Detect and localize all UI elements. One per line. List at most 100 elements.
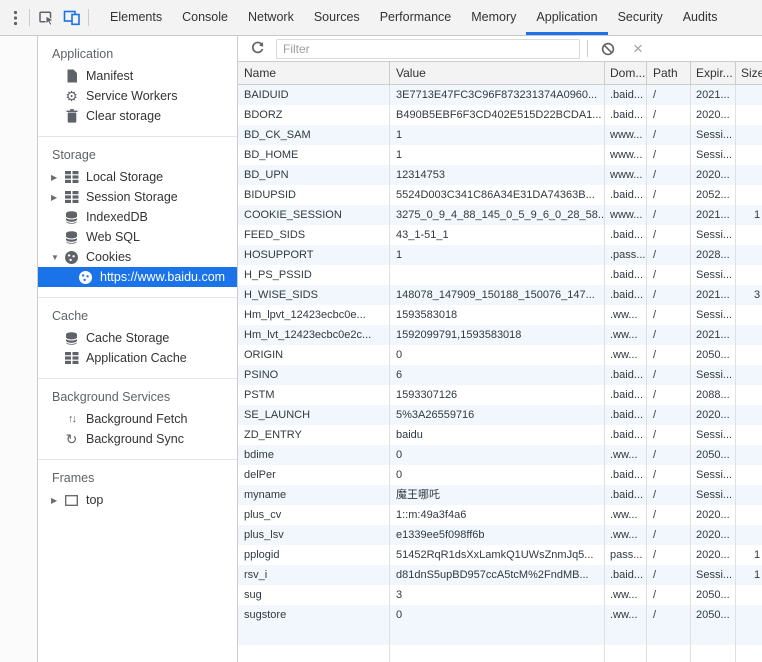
- cookie-row[interactable]: pplogid 51452RqR1dsXxLamkQ1UWsZnmJq5... …: [238, 545, 762, 565]
- cookie-path-cell[interactable]: /: [647, 485, 691, 505]
- cookie-domain-cell[interactable]: .ww...: [605, 605, 647, 625]
- panel-tab[interactable]: Sources: [304, 0, 370, 35]
- cookie-row[interactable]: Hm_lpvt_12423ecbc0e... 1593583018 .ww...…: [238, 305, 762, 325]
- cookie-expires-cell[interactable]: 2021...: [691, 205, 736, 225]
- cookie-size-cell[interactable]: [736, 585, 762, 605]
- cookie-row[interactable]: BD_CK_SAM 1 www... / Sessi...: [238, 125, 762, 145]
- cookie-name-cell[interactable]: Hm_lvt_12423ecbc0e2c...: [238, 325, 390, 345]
- cookie-name-cell[interactable]: FEED_SIDS: [238, 225, 390, 245]
- cookie-expires-cell[interactable]: 2020...: [691, 405, 736, 425]
- cookie-expires-cell[interactable]: 2028...: [691, 245, 736, 265]
- panel-tab[interactable]: Console: [172, 0, 238, 35]
- cookie-name-cell[interactable]: ORIGIN: [238, 345, 390, 365]
- cookie-row[interactable]: BIDUPSID 5524D003C341C86A34E31DA74363B..…: [238, 185, 762, 205]
- cookie-value-cell[interactable]: 3: [390, 585, 605, 605]
- cookie-domain-cell[interactable]: .baid...: [605, 105, 647, 125]
- cookie-domain-cell[interactable]: .baid...: [605, 465, 647, 485]
- cookie-value-cell[interactable]: 5524D003C341C86A34E31DA74363B...: [390, 185, 605, 205]
- cookie-value-cell[interactable]: 0: [390, 605, 605, 625]
- cookie-expires-cell[interactable]: 2088...: [691, 385, 736, 405]
- cookie-value-cell[interactable]: 6: [390, 365, 605, 385]
- cookie-name-cell[interactable]: rsv_i: [238, 565, 390, 585]
- cookie-name-cell[interactable]: Hm_lpvt_12423ecbc0e...: [238, 305, 390, 325]
- cookie-value-cell[interactable]: 1: [390, 125, 605, 145]
- cookie-row[interactable]: plus_cv 1::m:49a3f4a6 .ww... / 2020...: [238, 505, 762, 525]
- panel-tab[interactable]: Network: [238, 0, 304, 35]
- cookie-path-cell[interactable]: /: [647, 505, 691, 525]
- cookie-name-cell[interactable]: BD_UPN: [238, 165, 390, 185]
- cookie-size-cell[interactable]: [736, 145, 762, 165]
- cookie-path-cell[interactable]: /: [647, 225, 691, 245]
- cookie-expires-cell[interactable]: Sessi...: [691, 565, 736, 585]
- cookie-expires-cell[interactable]: Sessi...: [691, 465, 736, 485]
- cookie-row[interactable]: FEED_SIDS 43_1-51_1 .baid... / Sessi...: [238, 225, 762, 245]
- cookie-domain-cell[interactable]: .baid...: [605, 425, 647, 445]
- sidebar-item-session-storage[interactable]: ▶ Session Storage: [38, 187, 237, 207]
- panel-tab[interactable]: Audits: [673, 0, 728, 35]
- cookie-path-cell[interactable]: /: [647, 385, 691, 405]
- cookie-path-cell[interactable]: /: [647, 145, 691, 165]
- cookie-path-cell[interactable]: /: [647, 605, 691, 625]
- cookie-value-cell[interactable]: [390, 265, 605, 285]
- cookie-size-cell[interactable]: [736, 165, 762, 185]
- cookie-path-cell[interactable]: /: [647, 285, 691, 305]
- cookie-expires-cell[interactable]: 2021...: [691, 285, 736, 305]
- cookie-domain-cell[interactable]: www...: [605, 145, 647, 165]
- more-options-button[interactable]: [4, 5, 26, 31]
- cookie-domain-cell[interactable]: .baid...: [605, 405, 647, 425]
- cookie-row[interactable]: BD_HOME 1 www... / Sessi...: [238, 145, 762, 165]
- delete-selected-button[interactable]: ×: [625, 36, 651, 62]
- cookie-domain-cell[interactable]: .baid...: [605, 485, 647, 505]
- sidebar-item-cookies-baidu[interactable]: https://www.baidu.com: [38, 267, 237, 287]
- cookie-expires-cell[interactable]: Sessi...: [691, 145, 736, 165]
- sidebar-item-indexeddb[interactable]: IndexedDB: [38, 207, 237, 227]
- cookie-domain-cell[interactable]: pass...: [605, 545, 647, 565]
- cookie-size-cell[interactable]: [736, 485, 762, 505]
- cookie-expires-cell[interactable]: Sessi...: [691, 265, 736, 285]
- panel-tab[interactable]: Elements: [100, 0, 172, 35]
- cookie-size-cell[interactable]: [736, 385, 762, 405]
- cookie-row[interactable]: sugstore 0 .ww... / 2050...: [238, 605, 762, 625]
- cookie-path-cell[interactable]: /: [647, 105, 691, 125]
- sidebar-item-background-fetch[interactable]: ↑↓ Background Fetch: [38, 409, 237, 429]
- cookie-domain-cell[interactable]: .ww...: [605, 445, 647, 465]
- inspect-element-button[interactable]: [33, 5, 59, 31]
- cookie-value-cell[interactable]: 5%3A26559716: [390, 405, 605, 425]
- column-header-value[interactable]: Value: [390, 62, 605, 84]
- cookie-value-cell[interactable]: 3E7713E47FC3C96F873231374A0960...: [390, 85, 605, 105]
- cookie-expires-cell[interactable]: 2020...: [691, 105, 736, 125]
- cookie-domain-cell[interactable]: .ww...: [605, 525, 647, 545]
- cookie-expires-cell[interactable]: 2020...: [691, 165, 736, 185]
- cookie-domain-cell[interactable]: .baid...: [605, 85, 647, 105]
- cookie-expires-cell[interactable]: Sessi...: [691, 365, 736, 385]
- sidebar-item-web-sql[interactable]: Web SQL: [38, 227, 237, 247]
- cookie-row[interactable]: H_WISE_SIDS 148078_147909_150188_150076_…: [238, 285, 762, 305]
- column-header-size[interactable]: Size: [736, 62, 762, 84]
- cookie-value-cell[interactable]: d81dnS5upBD957ccA5tcM%2FndMB...: [390, 565, 605, 585]
- sidebar-item-cache-storage[interactable]: Cache Storage: [38, 328, 237, 348]
- cookie-row[interactable]: rsv_i d81dnS5upBD957ccA5tcM%2FndMB... .b…: [238, 565, 762, 585]
- cookie-expires-cell[interactable]: 2020...: [691, 505, 736, 525]
- cookie-row[interactable]: myname 魔王哪吒 .baid... / Sessi...: [238, 485, 762, 505]
- cookie-name-cell[interactable]: BIDUPSID: [238, 185, 390, 205]
- cookie-value-cell[interactable]: 魔王哪吒: [390, 485, 605, 505]
- cookie-domain-cell[interactable]: .ww...: [605, 325, 647, 345]
- cookie-size-cell[interactable]: [736, 425, 762, 445]
- cookie-row[interactable]: Hm_lvt_12423ecbc0e2c... 1592099791,15935…: [238, 325, 762, 345]
- cookie-row[interactable]: ZD_ENTRY baidu .baid... / Sessi...: [238, 425, 762, 445]
- cookie-row[interactable]: bdime 0 .ww... / 2050...: [238, 445, 762, 465]
- cookie-domain-cell[interactable]: www...: [605, 165, 647, 185]
- cookie-size-cell[interactable]: [736, 305, 762, 325]
- cookie-expires-cell[interactable]: Sessi...: [691, 485, 736, 505]
- cookie-value-cell[interactable]: 1: [390, 145, 605, 165]
- cookie-row[interactable]: ORIGIN 0 .ww... / 2050...: [238, 345, 762, 365]
- cookie-size-cell[interactable]: [736, 105, 762, 125]
- column-header-expires[interactable]: Expir...: [691, 62, 736, 84]
- cookie-value-cell[interactable]: 12314753: [390, 165, 605, 185]
- cookie-name-cell[interactable]: H_WISE_SIDS: [238, 285, 390, 305]
- cookie-expires-cell[interactable]: 2020...: [691, 525, 736, 545]
- cookie-name-cell[interactable]: COOKIE_SESSION: [238, 205, 390, 225]
- cookie-domain-cell[interactable]: www...: [605, 125, 647, 145]
- cookie-size-cell[interactable]: [736, 445, 762, 465]
- sidebar-item-application-cache[interactable]: Application Cache: [38, 348, 237, 368]
